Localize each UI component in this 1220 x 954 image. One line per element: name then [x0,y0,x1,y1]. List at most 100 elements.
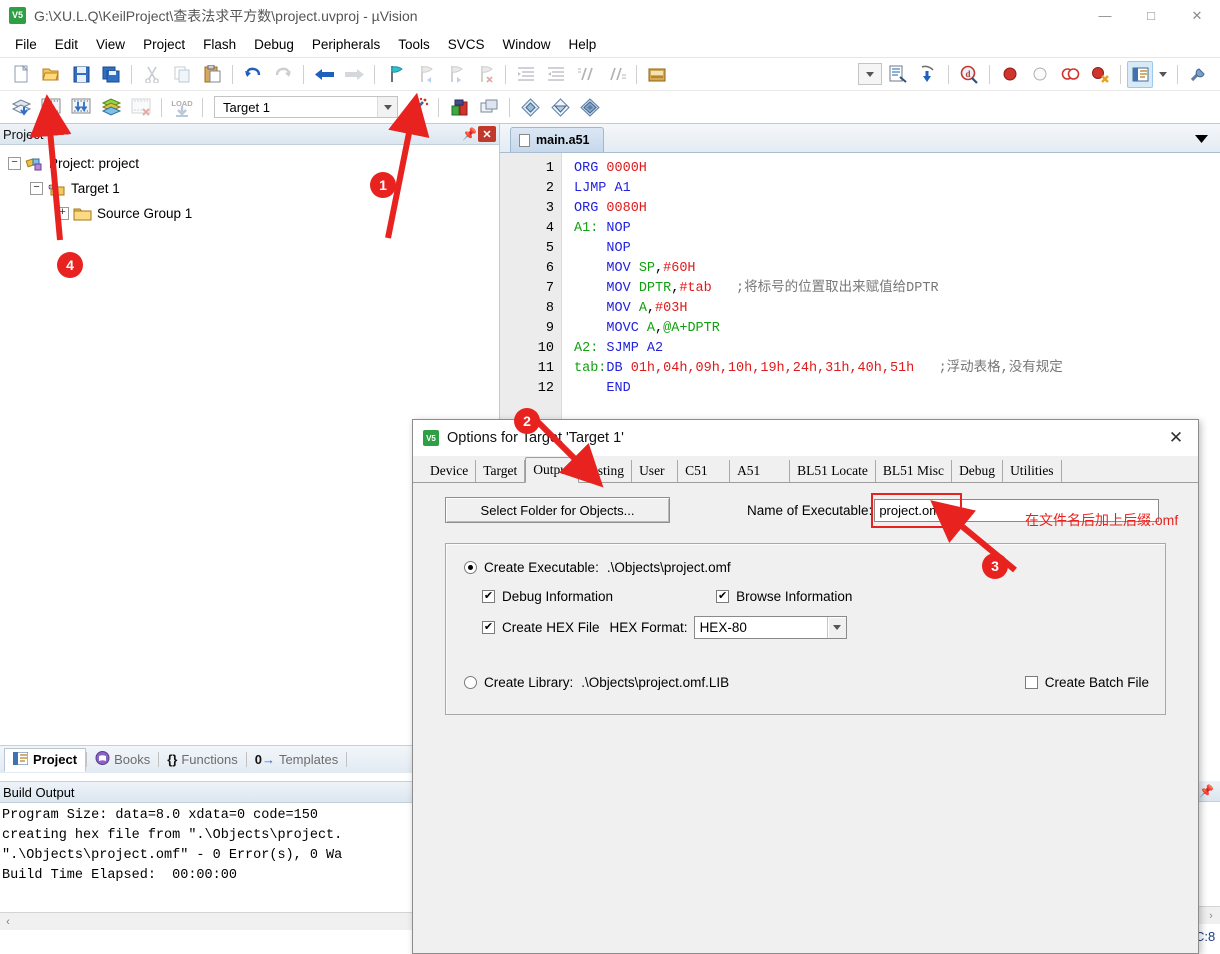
project-window-icon[interactable] [1127,60,1153,88]
chevron-down-icon[interactable] [1195,132,1208,147]
menu-file[interactable]: File [6,33,46,56]
menu-svcs[interactable]: SVCS [439,33,494,56]
uncomment-icon[interactable] [602,61,630,88]
tab-functions[interactable]: {} Functions [159,748,246,772]
tree-item-source-group[interactable]: + Source Group 1 [4,201,499,226]
pin-icon[interactable]: 📌 [1199,784,1214,798]
batch-build-icon[interactable] [97,94,125,121]
copy-icon[interactable] [168,61,196,88]
open-file-icon[interactable] [37,61,65,88]
dropdown-icon[interactable] [858,63,882,85]
menu-project[interactable]: Project [134,33,194,56]
close-button[interactable]: ✕ [1174,0,1220,31]
download-icon[interactable]: LOAD [168,94,196,121]
menu-help[interactable]: Help [560,33,606,56]
browse-information-checkbox[interactable]: ✔ [716,590,730,603]
breakpoint-icon[interactable] [996,61,1024,88]
expander-icon[interactable]: + [56,207,69,220]
options-target-wand-icon[interactable] [404,94,432,121]
bookmark-clear-icon[interactable] [471,61,499,88]
create-executable-row[interactable]: Create Executable: .\Objects\project.omf [464,560,1165,575]
source-browse-icon[interactable] [884,61,912,88]
manage-multi-project-icon[interactable] [475,94,503,121]
dialog-tab-device[interactable]: Device [423,460,477,482]
select-folder-for-objects-button[interactable]: Select Folder for Objects... [445,497,670,523]
build-output-scrollbar[interactable]: ‹ [0,912,413,930]
dialog-tab-target[interactable]: Target [476,460,526,482]
menu-tools[interactable]: Tools [389,33,439,56]
open-config-icon[interactable] [643,61,671,88]
dialog-tab-output[interactable]: Output [525,457,579,483]
bookmark-next-icon[interactable] [441,61,469,88]
manage-project-items-icon[interactable] [445,94,473,121]
build-output-text[interactable]: Program Size: data=8.0 xdata=0 code=150 … [0,803,413,886]
dialog-tab-bl51-locate[interactable]: BL51 Locate [790,460,876,482]
indent-icon[interactable] [512,61,540,88]
rebuild-icon[interactable] [67,94,95,121]
project-window-dropdown-icon[interactable] [1155,61,1171,88]
bookmark-toggle-icon[interactable] [381,61,409,88]
close-icon[interactable]: ✕ [478,126,496,142]
tab-templates[interactable]: 0→ Templates [247,748,346,772]
dialog-tab-listing[interactable]: Listing [579,460,633,482]
breakpoint-disable-all-icon[interactable] [1056,61,1084,88]
maximize-button[interactable]: □ [1128,0,1174,31]
book-next-icon[interactable] [546,94,574,121]
save-all-icon[interactable] [97,61,125,88]
outdent-icon[interactable] [542,61,570,88]
menu-view[interactable]: View [87,33,134,56]
save-icon[interactable] [67,61,95,88]
dialog-tab-debug[interactable]: Debug [952,460,1004,482]
breakpoint-kill-all-icon[interactable] [1086,61,1114,88]
menu-debug[interactable]: Debug [245,33,303,56]
configure-icon[interactable] [1184,61,1212,88]
tree-item-target[interactable]: − Target 1 [4,176,499,201]
pin-icon[interactable]: 📌 [461,127,478,141]
breakpoint-disable-icon[interactable] [1026,61,1054,88]
chevron-right-icon[interactable]: › [1202,910,1220,922]
translate-icon[interactable] [7,94,35,121]
stop-build-icon[interactable] [127,94,155,121]
paste-icon[interactable] [198,61,226,88]
menu-window[interactable]: Window [493,33,559,56]
navigate-forward-icon[interactable] [340,61,368,88]
hex-format-select[interactable]: HEX-80 [693,616,847,639]
undo-icon[interactable] [239,61,267,88]
dialog-tab-bl51-misc[interactable]: BL51 Misc [876,460,953,482]
editor-tab-main-a51[interactable]: main.a51 [510,127,604,152]
dialog-tab-c51[interactable]: C51 [678,460,731,482]
tree-item-project[interactable]: − Project: project [4,151,499,176]
create-executable-radio[interactable] [464,561,477,574]
cut-icon[interactable] [138,61,166,88]
menu-peripherals[interactable]: Peripherals [303,33,389,56]
dialog-tab-utilities[interactable]: Utilities [1003,460,1062,482]
debug-information-checkbox[interactable]: ✔ [482,590,495,603]
expander-icon[interactable]: − [8,157,21,170]
menu-edit[interactable]: Edit [46,33,87,56]
minimize-button[interactable]: — [1082,0,1128,31]
tab-project[interactable]: Project [4,747,87,772]
comment-icon[interactable] [572,61,600,88]
debug-icon[interactable] [914,61,942,88]
target-selector[interactable]: Target 1 [214,96,398,118]
create-hex-file-checkbox[interactable]: ✔ [482,621,495,634]
book-all-icon[interactable] [576,94,604,121]
menu-flash[interactable]: Flash [194,33,245,56]
navigate-back-icon[interactable] [310,61,338,88]
expander-icon[interactable]: − [30,182,43,195]
dialog-tab-a51[interactable]: A51 [730,460,791,482]
new-file-icon[interactable] [7,61,35,88]
bookmark-prev-icon[interactable] [411,61,439,88]
tab-books[interactable]: Books [87,748,158,772]
chevron-down-icon[interactable] [377,97,397,117]
build-icon[interactable] [37,94,65,121]
dialog-close-button[interactable]: ✕ [1154,420,1198,456]
book-prev-icon[interactable] [516,94,544,121]
dialog-tab-user[interactable]: User [632,460,679,482]
find-in-files-icon[interactable]: d [955,61,983,88]
chevron-left-icon[interactable]: ‹ [0,916,16,928]
create-batch-file-checkbox[interactable] [1024,676,1038,689]
redo-icon[interactable] [269,61,297,88]
create-library-radio[interactable] [464,676,477,689]
chevron-down-icon[interactable] [826,617,846,638]
